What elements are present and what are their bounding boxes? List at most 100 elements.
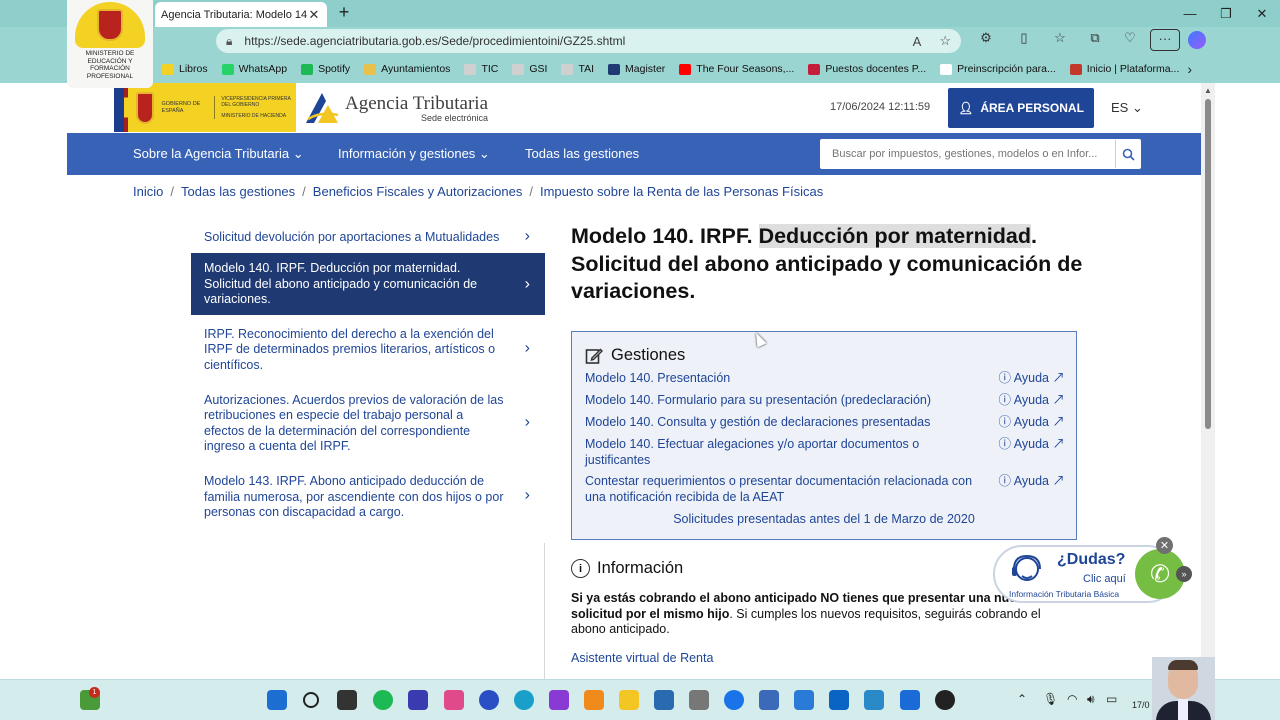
ayuda-link[interactable]: ⓘ Ayuda ↗ (998, 415, 1065, 431)
collections-icon[interactable]: ⧉ (1084, 30, 1106, 50)
gobierno-logo[interactable]: GOBIERNO DE ESPAÑA VICEPRESIDENCIA PRIME… (114, 83, 296, 132)
gestion-link[interactable]: Modelo 140. Consulta y gestión de declar… (585, 415, 985, 431)
sidebar-item[interactable]: Modelo 140. IRPF. Deducción por maternid… (191, 253, 545, 316)
copilot-icon[interactable] (1188, 31, 1206, 49)
ayuda-link[interactable]: ⓘ Ayuda ↗ (998, 474, 1065, 490)
agencia-logo[interactable]: Agencia Tributaria Sede electrónica (304, 91, 488, 125)
extensions-icon[interactable]: ⚙ (975, 30, 997, 50)
bookmark-item[interactable]: Magister (608, 63, 665, 75)
scroll-up-icon[interactable]: ▲ (1204, 86, 1212, 95)
ayuda-link[interactable]: ⓘ Ayuda ↗ (998, 393, 1065, 409)
bookmark-item[interactable]: TIC (464, 63, 498, 75)
app-c-icon[interactable] (373, 690, 393, 710)
breadcrumb-todas-gestiones[interactable]: Todas las gestiones (181, 184, 295, 199)
remote-desktop-icon[interactable] (759, 690, 779, 710)
favorite-star-icon[interactable]: ☆ (939, 33, 951, 49)
obs-icon[interactable] (935, 690, 955, 710)
app-store-icon[interactable] (408, 690, 428, 710)
file-explorer-icon[interactable] (619, 690, 639, 710)
dudas-widget[interactable]: ¿Dudas? Clic aquí Información Tributaria… (993, 537, 1192, 603)
bookmark-item[interactable]: Ayuntamientos (364, 63, 450, 75)
bookmark-item[interactable]: GSI (512, 63, 547, 75)
bookmark-item[interactable]: WhatsApp (221, 63, 287, 75)
zoom-icon[interactable] (479, 690, 499, 710)
sidebar-item[interactable]: Solicitud devolución por aportaciones a … (191, 218, 545, 253)
expand-widget-icon[interactable]: » (1176, 566, 1192, 582)
lock-icon: 🔒︎ (226, 33, 233, 48)
wifi-icon[interactable]: ◠ (1067, 692, 1077, 706)
new-tab-button[interactable]: + (334, 3, 354, 23)
bookmark-item[interactable]: Puestos docentes P... (808, 63, 926, 75)
read-aloud-icon[interactable]: A (913, 34, 922, 49)
task-view-icon[interactable] (337, 690, 357, 710)
teams-icon[interactable] (724, 690, 744, 710)
url-text[interactable]: https://sede.agenciatributaria.gob.es/Se… (244, 34, 894, 48)
breadcrumb-beneficios[interactable]: Beneficios Fiscales y Autorizaciones (313, 184, 523, 199)
snipping-tool-icon[interactable] (444, 690, 464, 710)
asistente-virtual-link[interactable]: Asistente virtual de Renta (571, 651, 713, 665)
chevron-right-icon[interactable]: › (1187, 61, 1192, 77)
more-menu-icon[interactable]: ··· (1150, 29, 1180, 51)
calculator-icon[interactable] (689, 690, 709, 710)
area-personal-button[interactable]: 👤︎ ÁREA PERSONAL (948, 88, 1094, 128)
gestiones-heading: Gestiones (585, 346, 685, 365)
bookmark-favicon-icon (608, 63, 621, 75)
bookmarks-bar: Libros WhatsApp Spotify Ayuntamientos TIC GSI… (0, 55, 1280, 83)
browser-essentials-icon[interactable]: ♡ (1119, 30, 1141, 50)
nav-informacion-gestiones[interactable]: Información y gestiones ⌄ (338, 146, 490, 162)
gestion-link[interactable]: Modelo 140. Efectuar alegaciones y/o apo… (585, 437, 985, 468)
bookmark-item[interactable]: Preinscripción para... (940, 63, 1056, 75)
microphone-icon[interactable]: 🎙︎ (1043, 692, 1058, 706)
media-player-icon[interactable] (584, 690, 604, 710)
sidebar-item[interactable]: Autorizaciones. Acuerdos previos de valo… (191, 381, 545, 462)
bookmark-item[interactable]: The Four Seasons,... (679, 63, 794, 75)
gestion-link[interactable]: Modelo 140. Formulario para su presentac… (585, 393, 985, 409)
outlook-icon[interactable] (829, 690, 849, 710)
bookmark-item[interactable]: TAI (561, 63, 594, 75)
nav-todas-gestiones[interactable]: Todas las gestiones (525, 146, 639, 161)
scroll-thumb[interactable] (1205, 99, 1211, 429)
close-window-icon[interactable]: ✕ (1244, 0, 1280, 27)
spain-flag-icon (123, 83, 128, 132)
browser-tab[interactable]: Agencia Tributaria: Modelo 140. IRPF. De… (155, 2, 327, 27)
sidebar-item[interactable]: IRPF. Reconocimiento del derecho a la ex… (191, 315, 545, 381)
microsoft-store-icon[interactable] (654, 690, 674, 710)
bookmark-item[interactable]: Libros (162, 63, 208, 75)
app-icon[interactable] (900, 690, 920, 710)
language-selector[interactable]: ES ⌄ (1111, 100, 1143, 116)
sidebar-item-label: Solicitud devolución por aportaciones a … (204, 230, 500, 244)
minimize-icon[interactable]: — (1172, 0, 1208, 27)
start-icon[interactable] (267, 690, 287, 710)
search-button[interactable] (1115, 140, 1141, 168)
nav-sobre-agencia[interactable]: Sobre la Agencia Tributaria ⌄ (133, 146, 304, 162)
close-tab-icon[interactable]: ✕ (307, 7, 321, 23)
chevron-down-icon: ⌄ (478, 146, 490, 161)
favorites-icon[interactable]: ☆ (1049, 30, 1071, 50)
search-icon[interactable] (303, 692, 319, 708)
show-hidden-icons[interactable]: ⌃ (1017, 692, 1027, 706)
volume-icon[interactable]: 🔊︎ (1087, 692, 1095, 707)
clipchamp-icon[interactable] (549, 690, 569, 710)
gestion-link[interactable]: Contestar requerimientos o presentar doc… (585, 474, 985, 505)
gestion-link[interactable]: Modelo 140. Presentación (585, 371, 985, 387)
breadcrumb-irpf[interactable]: Impuesto sobre la Renta de las Personas … (540, 184, 823, 199)
page-scrollbar[interactable]: ▲ ▼ (1201, 83, 1215, 679)
mail-icon[interactable] (794, 690, 814, 710)
close-widget-icon[interactable]: ✕ (1156, 537, 1173, 554)
search-input[interactable] (820, 139, 1115, 169)
ayuda-link[interactable]: ⓘ Ayuda ↗ (998, 371, 1065, 387)
coat-of-arms-icon (135, 91, 154, 124)
bookmark-item[interactable]: Inicio | Plataforma... (1069, 63, 1179, 75)
clock[interactable]: 17/0 (1132, 700, 1150, 710)
battery-icon[interactable]: ▭ (1106, 692, 1117, 706)
ayuda-link[interactable]: ⓘ Ayuda ↗ (998, 437, 1065, 453)
breadcrumb-inicio[interactable]: Inicio (133, 184, 163, 199)
split-screen-icon[interactable]: ▯ (1013, 30, 1035, 50)
edge-icon[interactable] (514, 690, 534, 710)
bookmark-item[interactable]: Spotify (301, 63, 350, 75)
restore-icon[interactable]: ❐ (1208, 0, 1244, 27)
sidebar-item[interactable]: Modelo 143. IRPF. Abono anticipado deduc… (191, 462, 545, 528)
address-bar[interactable]: 🔒︎ https://sede.agenciatributaria.gob.es… (216, 29, 961, 53)
photos-icon[interactable] (864, 690, 884, 710)
gestiones-footer-link[interactable]: Solicitudes presentadas antes del 1 de M… (572, 512, 1076, 526)
